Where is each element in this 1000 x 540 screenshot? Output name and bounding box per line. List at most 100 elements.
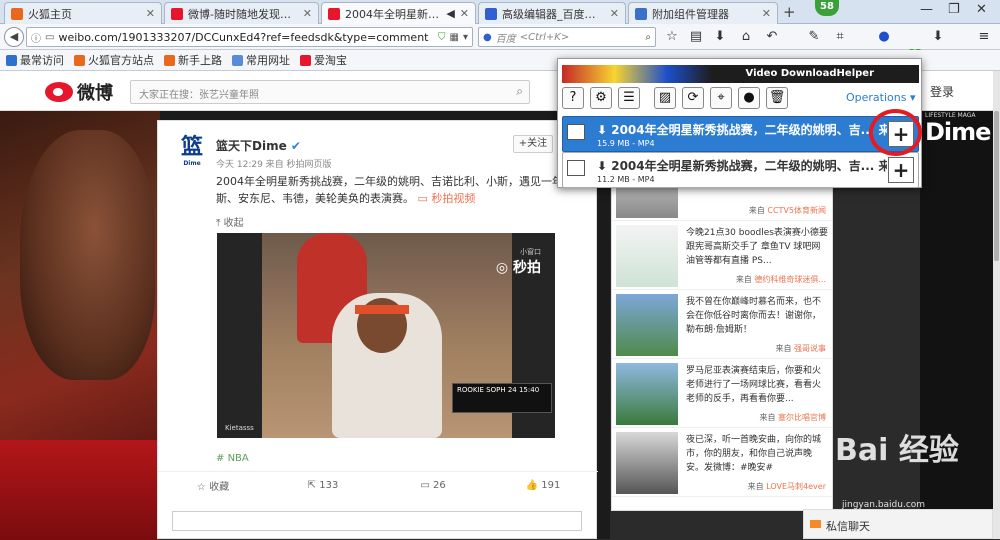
- bookmarks-list-icon[interactable]: ▤: [688, 29, 704, 44]
- related-feed: 来自 CCTV5体育新闻 今晚21点30 boodles表演赛小德要跟宪哥高斯交…: [611, 166, 833, 511]
- private-chat-bar[interactable]: 私信聊天: [803, 509, 993, 539]
- favorite-button[interactable]: ☆ 收藏: [158, 478, 268, 493]
- help-icon[interactable]: ?: [562, 87, 584, 109]
- bookmark-getting-started[interactable]: 新手上路: [164, 52, 222, 68]
- weibo-logo[interactable]: 微博: [45, 79, 113, 105]
- login-link[interactable]: 登录: [930, 83, 954, 100]
- download-item[interactable]: ⬇ 2004年全明星新秀挑战赛，二年级的姚明、吉... 来... 11.2 MB…: [562, 152, 919, 188]
- close-icon[interactable]: ✕: [762, 7, 771, 20]
- dropdown-icon[interactable]: ▾: [463, 32, 468, 43]
- topic-tag[interactable]: # NBA: [216, 453, 249, 464]
- weibo-search-input[interactable]: 大家正在搜：张艺兴童年照 ⌕: [130, 80, 530, 104]
- close-icon[interactable]: ✕: [460, 7, 469, 20]
- url-text[interactable]: weibo.com/1901333207/DCCunxEd4?ref=feeds…: [58, 31, 434, 44]
- list-item[interactable]: 夜已深，听一首晚安曲，向你的城市，你的朋友，和你自己说声晚安。发微博：#晚安# …: [612, 429, 832, 497]
- avatar-text: 篮: [180, 135, 203, 160]
- record-icon[interactable]: ●: [738, 87, 760, 109]
- list-item[interactable]: 我不曾在你巅峰时慕名而来，也不会在你低谷时离你而去！谢谢你，勒布朗·詹姆斯！ 来…: [612, 291, 832, 359]
- search-bar[interactable]: ● 百度 <Ctrl+K> ⌕: [478, 27, 656, 47]
- address-bar[interactable]: ⓘ ▭ weibo.com/1901333207/DCCunxEd4?ref=f…: [26, 27, 473, 47]
- download-meta: 11.2 MB - MP4: [597, 175, 655, 184]
- bookmark-taobao[interactable]: 爱淘宝: [300, 52, 347, 68]
- location-icon[interactable]: ⌖: [710, 87, 732, 109]
- qr-icon[interactable]: ▦: [450, 32, 459, 43]
- new-tab-button[interactable]: +: [783, 3, 796, 21]
- tab-strip: 火狐主页 ✕ 微博-随时随地发现新鲜事 ✕ 2004年全明星新秀挑... ◀ ✕…: [0, 0, 1000, 24]
- bookmark-most-visited[interactable]: 最常访问: [6, 52, 64, 68]
- tab-weibo-home[interactable]: 微博-随时随地发现新鲜事 ✕: [164, 2, 319, 24]
- close-icon[interactable]: ✕: [610, 7, 619, 20]
- feed-text: 今晚21点30 boodles表演赛小德要跟宪哥高斯交手了 章鱼TV 球吧网 油…: [686, 228, 828, 266]
- chat-icon[interactable]: ✎: [806, 29, 822, 44]
- download-item[interactable]: ⬇ 2004年全明星新秀挑战赛，二年级的姚明、吉... 来... 15.9 MB…: [562, 116, 919, 152]
- image-icon[interactable]: ▨: [654, 87, 676, 109]
- search-icon[interactable]: ⌕: [516, 84, 523, 99]
- maximize-button[interactable]: ❐: [948, 2, 960, 17]
- close-window-button[interactable]: ✕: [976, 2, 987, 17]
- expand-plus-button[interactable]: +: [888, 157, 914, 183]
- home-icon[interactable]: ⌂: [738, 29, 754, 44]
- download-title: ⬇ 2004年全明星新秀挑战赛，二年级的姚明、吉... 来...: [597, 121, 887, 138]
- author-name-text: 篮天下Dime: [216, 139, 287, 153]
- scoreboard: ROOKIE SOPH 24 15:40: [452, 383, 552, 413]
- feed-thumbnail[interactable]: [616, 432, 678, 494]
- crop-icon[interactable]: ⌗: [832, 29, 848, 44]
- post-text-line1: 2004年全明星新秀挑战赛，二年级的姚明、吉诺比利、小斯，遇见一年级的: [216, 175, 585, 188]
- tab-addons[interactable]: 附加组件管理器 ✕: [628, 2, 778, 24]
- feed-source-link[interactable]: LOVE马刺4ever: [766, 482, 826, 491]
- video-player[interactable]: 小窗口 ◎ 秒拍 ROOKIE SOPH 24 15:40 Kietasss: [217, 233, 555, 438]
- scrollbar-thumb[interactable]: [994, 111, 999, 261]
- collapse-link[interactable]: ⤒ 收起: [216, 214, 244, 229]
- blue-circle-icon[interactable]: ●: [876, 29, 892, 44]
- operations-menu[interactable]: Operations ▾: [846, 91, 916, 104]
- player-face-image: [20, 130, 155, 380]
- weibo-eye-icon: [45, 82, 73, 102]
- speaker-icon[interactable]: ◀: [446, 7, 454, 20]
- undo-icon[interactable]: ↶: [764, 29, 780, 44]
- trash-icon[interactable]: 🗑: [766, 87, 788, 109]
- feed-source-link[interactable]: 塞尔比唱官博: [778, 413, 826, 422]
- convert-icon[interactable]: ⟳: [682, 87, 704, 109]
- bookmark-firefox-site[interactable]: 火狐官方站点: [74, 52, 154, 68]
- tab-firefox-home[interactable]: 火狐主页 ✕: [4, 2, 162, 24]
- close-icon[interactable]: ✕: [146, 7, 155, 20]
- feed-source-link[interactable]: 强哥说事: [794, 344, 826, 353]
- follow-button[interactable]: +关注: [513, 135, 553, 153]
- bookmark-star-icon[interactable]: ☆: [664, 29, 680, 44]
- download-arrow-icon[interactable]: ⬇: [930, 29, 946, 44]
- feed-thumbnail[interactable]: [616, 294, 678, 356]
- tab-weibo-post[interactable]: 2004年全明星新秀挑... ◀ ✕: [321, 2, 476, 24]
- feed-thumbnail[interactable]: [616, 225, 678, 287]
- feed-thumbnail[interactable]: [616, 363, 678, 425]
- repost-button[interactable]: ⇱ 133: [268, 480, 378, 491]
- info-icon[interactable]: ⓘ: [31, 30, 41, 45]
- list-item[interactable]: 今晚21点30 boodles表演赛小德要跟宪哥高斯交手了 章鱼TV 球吧网 油…: [612, 222, 832, 290]
- feed-source-link[interactable]: CCTV5体育新闻: [767, 206, 826, 215]
- video-watermark-text: 秒拍: [513, 260, 541, 276]
- back-button[interactable]: ◀: [4, 27, 24, 47]
- shield-icon[interactable]: ⛉: [438, 32, 446, 43]
- video-link[interactable]: ▭ 秒拍视频: [418, 192, 476, 205]
- list-icon[interactable]: ☰: [618, 87, 640, 109]
- update-badge[interactable]: 58: [815, 0, 839, 16]
- close-icon[interactable]: ✕: [303, 7, 312, 20]
- tab-baidu-editor[interactable]: 高级编辑器_百度经验 ✕: [478, 2, 626, 24]
- download-icon[interactable]: ⬇: [712, 29, 728, 44]
- comment-input[interactable]: [172, 511, 582, 531]
- like-button[interactable]: 👍 191: [488, 480, 598, 491]
- page-scrollbar[interactable]: [993, 71, 1000, 539]
- menu-icon[interactable]: ≡: [976, 29, 992, 44]
- author-avatar[interactable]: 篮 Dime: [178, 135, 206, 167]
- author-name[interactable]: 篮天下Dime ✔: [216, 137, 301, 154]
- list-item[interactable]: 罗马尼亚表演赛结束后，你要和火老师进行了一场网球比赛，看看火老师的反手，再看看你…: [612, 360, 832, 428]
- search-placeholder: <Ctrl+K>: [519, 31, 570, 43]
- minimize-button[interactable]: —: [920, 2, 933, 17]
- bookmark-common-sites[interactable]: 常用网址: [232, 52, 290, 68]
- search-icon[interactable]: ⌕: [645, 32, 651, 43]
- post-actions: ☆ 收藏 ⇱ 133 ▭ 26 👍 191: [158, 471, 598, 499]
- feed-source-link[interactable]: 德约科维奇球迷俱...: [754, 275, 826, 284]
- comment-button[interactable]: ▭ 26: [378, 480, 488, 491]
- gear-icon[interactable]: ⚙: [590, 87, 612, 109]
- collapse-text: 收起: [223, 218, 244, 229]
- video-thumbnail-icon: [567, 160, 585, 176]
